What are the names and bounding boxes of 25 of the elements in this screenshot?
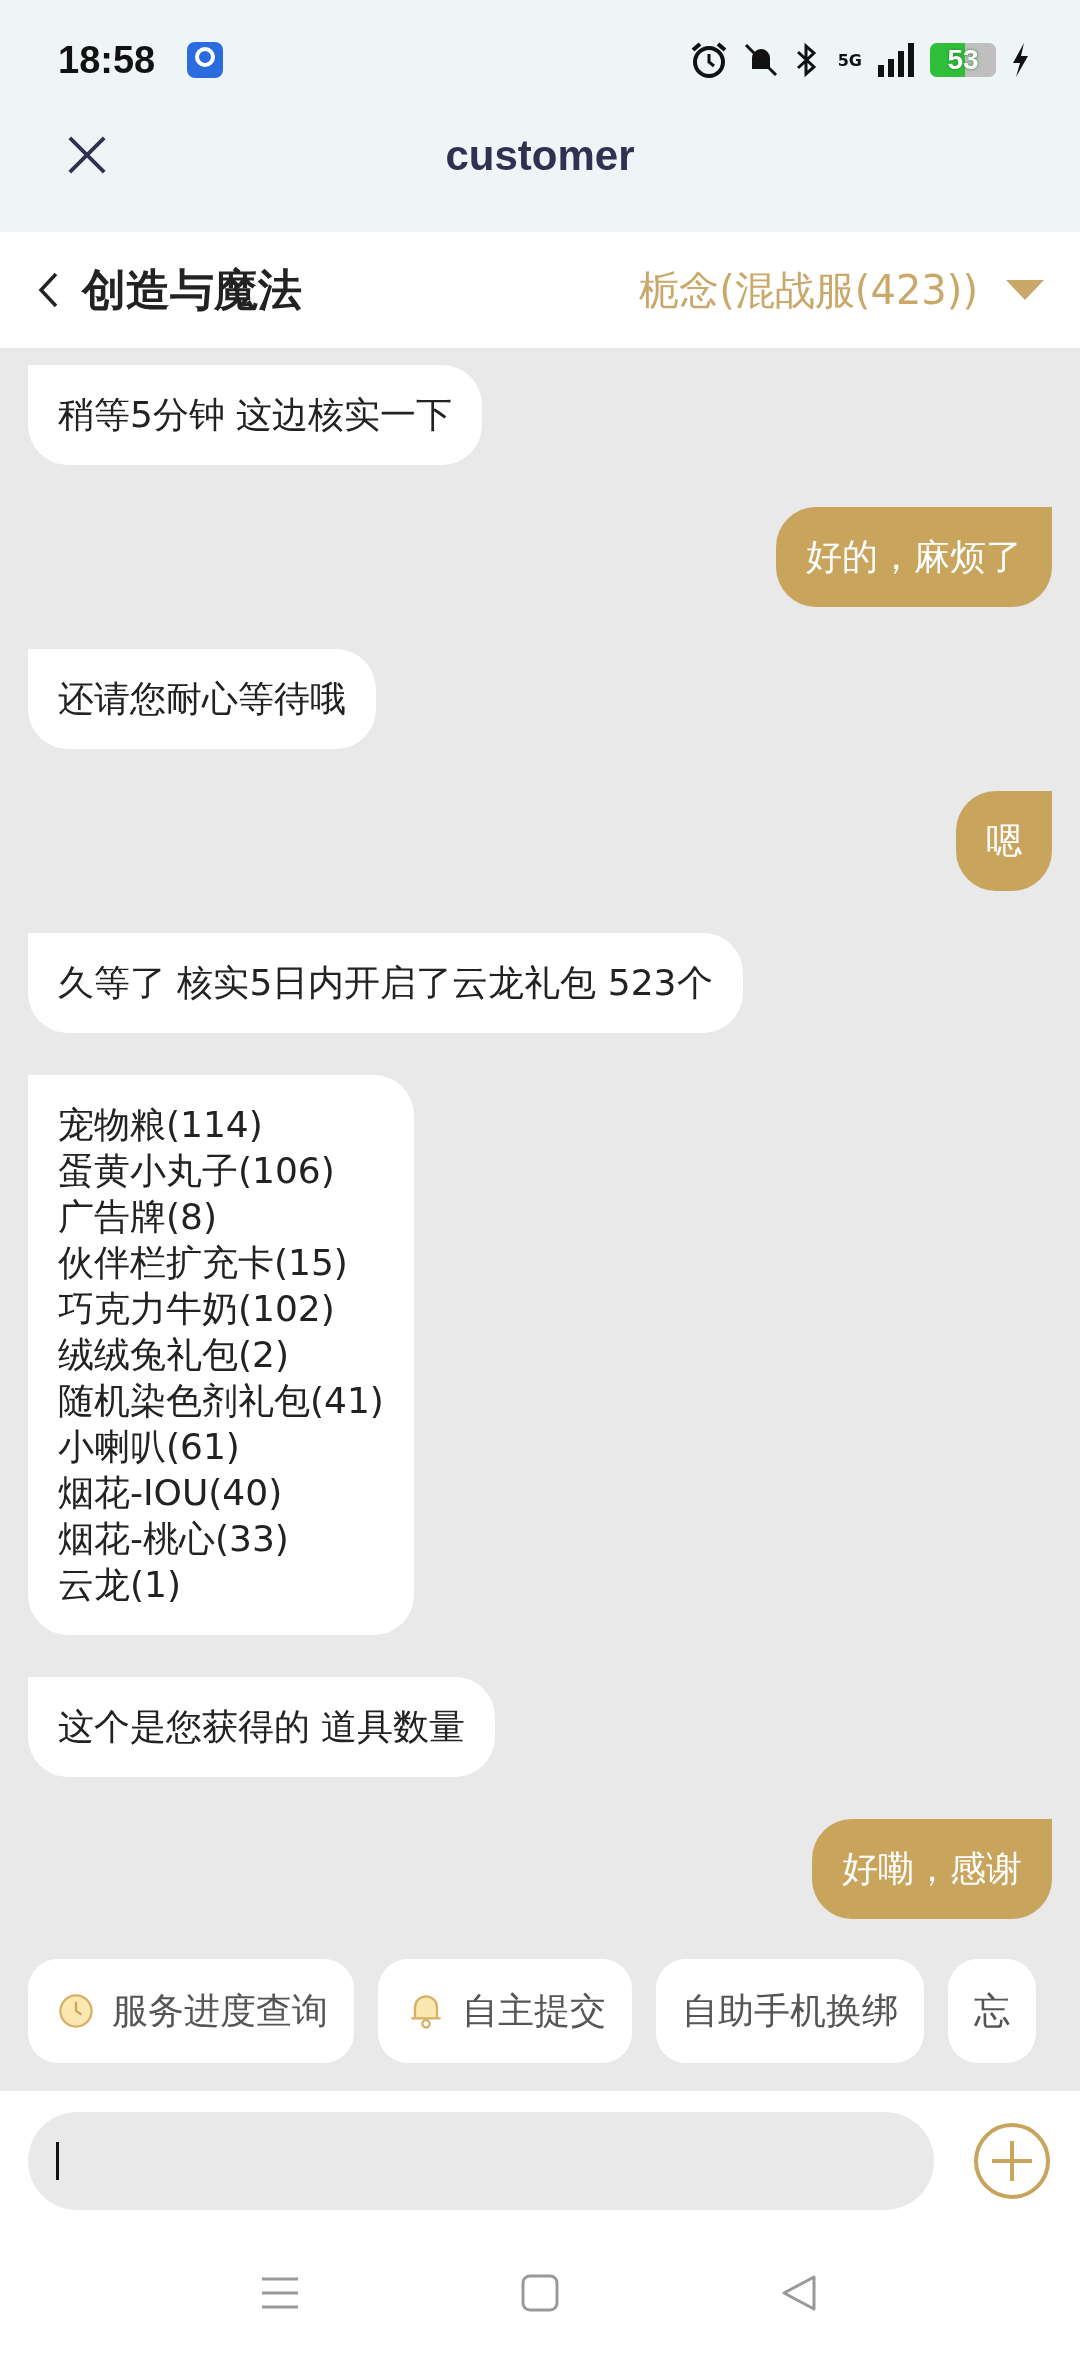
quick-action-button[interactable]: 忘 [948, 1959, 1036, 2063]
network-label: 5G [837, 50, 862, 70]
agent-message: 宠物粮(114) 蛋黄小丸子(106) 广告牌(8) 伙伴栏扩充卡(15) 巧克力牛奶(102) 绒绒兔礼包(2) 随机染色剂礼包(41) 小喇叭(61) 烟花-IOU(40) 烟花-桃心(33) 云龙(1) [28, 1075, 414, 1635]
status-time: 18:58 [58, 38, 156, 82]
window-title: customer [445, 132, 635, 180]
agent-message: 还请您耐心等待哦 [28, 649, 376, 749]
agent-message: 久等了 核实5日内开启了云龙礼包 523个 [28, 933, 743, 1033]
add-icon[interactable] [972, 2121, 1052, 2201]
agent-message: 稍等5分钟 这边核实一下 [28, 365, 483, 465]
text-cursor [56, 2142, 59, 2180]
home-icon[interactable] [520, 2273, 560, 2313]
agent-message: 这个是您获得的 道具数量 [28, 1677, 496, 1777]
game-title: 创造与魔法 [82, 262, 302, 317]
alarm-clock-icon [689, 41, 728, 79]
close-icon[interactable] [66, 134, 108, 176]
quick-action-button[interactable]: 自主提交 [378, 1959, 632, 2063]
user-message: 好的，麻烦了 [776, 507, 1052, 607]
signal-icon [876, 41, 916, 79]
user-message: 嗯 [956, 791, 1052, 891]
quick-action-button[interactable]: 自助手机换绑 [656, 1959, 924, 2063]
caret-icon[interactable] [1006, 280, 1044, 300]
app-icon [187, 42, 224, 78]
back-icon[interactable] [36, 270, 60, 310]
quick-action-button[interactable]: 服务进度查询 [28, 1959, 354, 2063]
user-message: 好嘞，感谢 [812, 1819, 1052, 1919]
